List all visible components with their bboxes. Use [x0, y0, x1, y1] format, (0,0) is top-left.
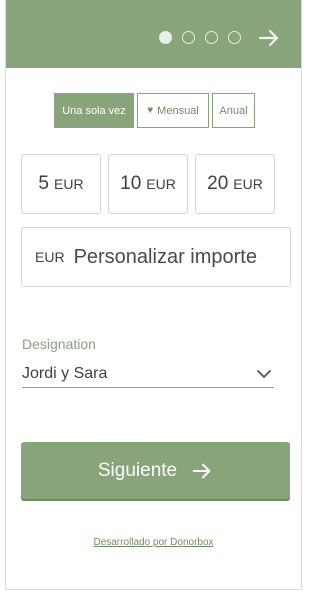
amount-option-5[interactable]: 5 EUR	[21, 154, 101, 214]
arrow-right-icon[interactable]	[257, 26, 281, 50]
frequency-annual-button[interactable]: Anual	[212, 93, 255, 128]
amount-currency: EUR	[146, 176, 176, 192]
frequency-once-button[interactable]: Una sola vez	[54, 93, 134, 128]
form-header	[6, 0, 301, 68]
powered-by-link[interactable]: Desarrollado por Donorbox	[6, 537, 301, 548]
amount-currency: EUR	[233, 176, 263, 192]
custom-amount-placeholder: Personalizar importe	[73, 245, 257, 268]
next-button[interactable]: Siguiente	[21, 442, 290, 499]
step-dot-3	[205, 31, 218, 44]
step-indicator	[159, 31, 241, 44]
amount-value: 20	[207, 173, 229, 194]
amount-currency: EUR	[54, 176, 84, 192]
custom-amount-currency: EUR	[35, 249, 65, 265]
frequency-annual-label: Anual	[219, 104, 248, 117]
designation-value: Jordi y Sara	[22, 364, 108, 382]
amount-value: 5	[38, 173, 49, 194]
frequency-once-label: Una sola vez	[62, 104, 126, 117]
step-dot-1	[159, 31, 172, 44]
amount-options: 5 EUR 10 EUR 20 EUR	[21, 154, 275, 214]
donation-form: Una sola vez ♥ Mensual Anual 5 EUR 10 EU…	[5, 0, 302, 590]
step-dot-4	[228, 31, 241, 44]
designation-label: Designation	[22, 336, 96, 352]
step-dot-2	[182, 31, 195, 44]
amount-value: 10	[120, 173, 142, 194]
frequency-monthly-button[interactable]: ♥ Mensual	[137, 93, 209, 128]
frequency-monthly-label: Mensual	[157, 104, 199, 117]
next-button-label: Siguiente	[97, 459, 178, 481]
amount-option-20[interactable]: 20 EUR	[195, 154, 275, 214]
heart-icon: ♥	[147, 105, 154, 116]
custom-amount-input[interactable]: EUR Personalizar importe	[21, 227, 291, 287]
amount-option-10[interactable]: 10 EUR	[108, 154, 188, 214]
chevron-down-icon	[257, 369, 271, 378]
arrow-right-icon	[192, 463, 211, 478]
designation-select[interactable]: Jordi y Sara	[22, 360, 274, 388]
frequency-selector: Una sola vez ♥ Mensual Anual	[54, 93, 255, 128]
